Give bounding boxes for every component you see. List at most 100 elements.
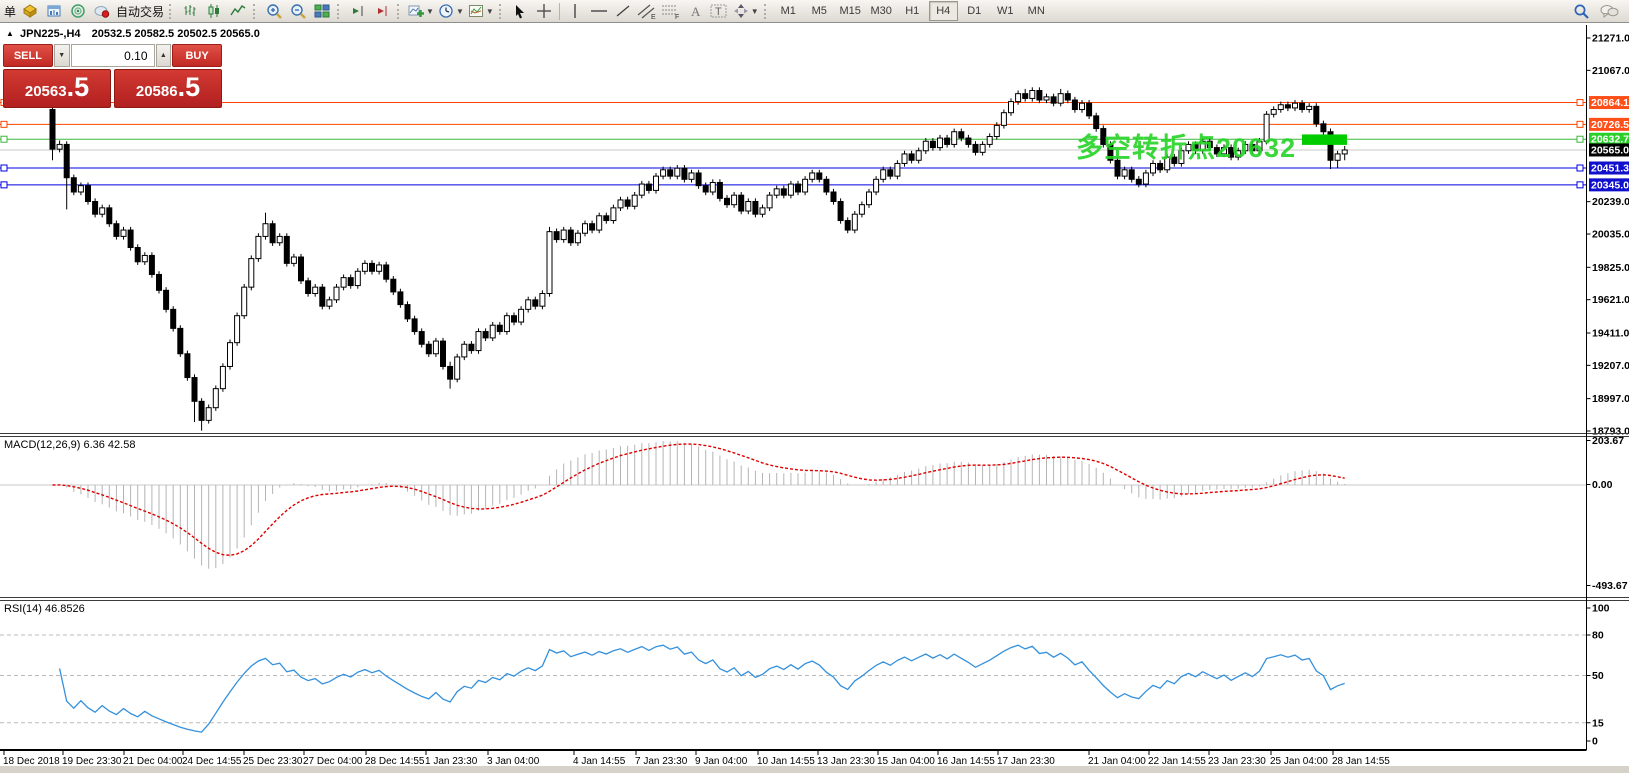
price-tick-label: 21067.0 [1592,65,1629,77]
candle-body [1129,170,1134,180]
volume-increase-button[interactable]: ▲ [156,44,172,67]
trendline-tool-icon[interactable] [612,1,634,22]
navigator-icon[interactable] [67,1,89,22]
crosshair-icon[interactable] [533,1,555,22]
arrows-tool-icon[interactable]: ▼ [732,1,760,22]
candle-body [661,170,666,176]
candle-body [433,341,438,354]
toolbar-grip [764,4,770,19]
candle-body [1065,94,1070,100]
candle-body [994,125,999,136]
auto-scroll-icon[interactable] [371,1,393,22]
candle-body [185,354,190,378]
candle-body [838,202,843,221]
candle-body [448,366,453,379]
chart-shift-icon[interactable] [347,1,369,22]
collapse-panel-icon[interactable]: ▲ [6,29,14,38]
bar-chart-type-icon[interactable] [179,1,201,22]
templates-icon[interactable]: ▼ [467,1,495,22]
highlight-rectangle[interactable] [1302,134,1347,144]
candle-body [604,216,609,221]
tf-m15-button[interactable]: M15 [836,1,865,21]
periods-icon[interactable]: ▼ [437,1,465,22]
tf-d1-button[interactable]: D1 [960,1,989,21]
toolbar-grip [397,4,403,19]
candle-body [916,151,921,161]
search-icon[interactable] [1570,1,1592,22]
new-order-label[interactable]: 单 [4,3,16,20]
level-right-marker [1577,182,1583,188]
buy-button[interactable]: BUY [172,44,222,67]
candle-body [561,230,566,240]
candle-body [291,257,296,263]
cursor-icon[interactable] [509,1,531,22]
candle-body [362,263,367,271]
autotrading-icon[interactable] [91,1,113,22]
candle-body [618,200,623,208]
vertical-line-tool-icon[interactable] [564,1,586,22]
channel-tool-icon[interactable]: E [636,1,658,22]
chat-icon[interactable] [1598,1,1620,22]
price-tick-label: 20035.0 [1592,229,1629,241]
macd-axis-label: -493.67 [1592,580,1628,592]
candle-body [370,263,375,271]
candle-body [384,265,389,279]
add-indicator-icon[interactable]: ▼ [407,1,435,22]
level-left-marker [1,121,7,127]
tf-m1-button[interactable]: M1 [774,1,803,21]
candle-body [1271,110,1276,115]
text-label-tool-icon[interactable]: T [708,1,730,22]
main-toolbar: 单 自动交易 ▼ ▼ ▼ [0,0,1629,23]
tf-mn-button[interactable]: MN [1022,1,1051,21]
candle-body [299,257,304,281]
candle-body [867,192,872,205]
sell-button[interactable]: SELL [3,44,53,67]
tf-m5-button[interactable]: M5 [805,1,834,21]
market-watch-icon[interactable] [43,1,65,22]
candle-body [71,178,76,192]
line-chart-type-icon[interactable] [227,1,249,22]
fibonacci-tool-icon[interactable]: F [660,1,682,22]
zoom-out-icon[interactable] [287,1,309,22]
candle-body [583,224,588,234]
candle-body [398,292,403,305]
candle-body [455,357,460,379]
candle-body [512,316,517,322]
tf-m30-button[interactable]: M30 [867,1,896,21]
candle-body [1136,179,1141,184]
text-tool-icon[interactable]: A [684,1,706,22]
candle-body [519,309,524,322]
zoom-in-icon[interactable] [263,1,285,22]
price-tick-label: 18997.0 [1592,393,1629,405]
candle-body [902,154,907,164]
tf-h1-button[interactable]: H1 [898,1,927,21]
volume-input[interactable] [71,44,155,67]
buy-price-button[interactable]: 20586 .5 [114,69,222,108]
candle-body [909,154,914,160]
tile-windows-icon[interactable] [311,1,333,22]
volume-decrease-button[interactable]: ▼ [54,44,70,67]
candle-body [938,138,943,148]
candle-body [845,221,850,231]
rsi-line [60,645,1345,732]
candle-body [639,184,644,195]
candlestick-type-icon[interactable] [203,1,225,22]
tf-h4-button[interactable]: H4 [929,1,958,21]
candle-body [568,230,573,243]
candle-body [682,168,687,179]
new-order-icon[interactable] [19,1,41,22]
sell-price-button[interactable]: 20563 .5 [3,69,111,108]
tf-w1-button[interactable]: W1 [991,1,1020,21]
candle-body [476,332,481,351]
autotrading-label[interactable]: 自动交易 [116,3,164,20]
rsi-label: RSI(14) 46.8526 [4,603,85,615]
horizontal-line-tool-icon[interactable] [588,1,610,22]
level-right-marker [1577,136,1583,142]
toolbar-grip [253,4,259,19]
chart-canvas[interactable]: 21271.021067.020239.020035.019825.019621… [0,0,1629,773]
macd-label: MACD(12,26,9) 6.36 42.58 [4,439,135,451]
candle-body [1087,103,1092,116]
rsi-axis-label: 15 [1592,717,1604,729]
sell-price-main: 20563 [25,75,67,109]
candle-body [355,271,360,285]
